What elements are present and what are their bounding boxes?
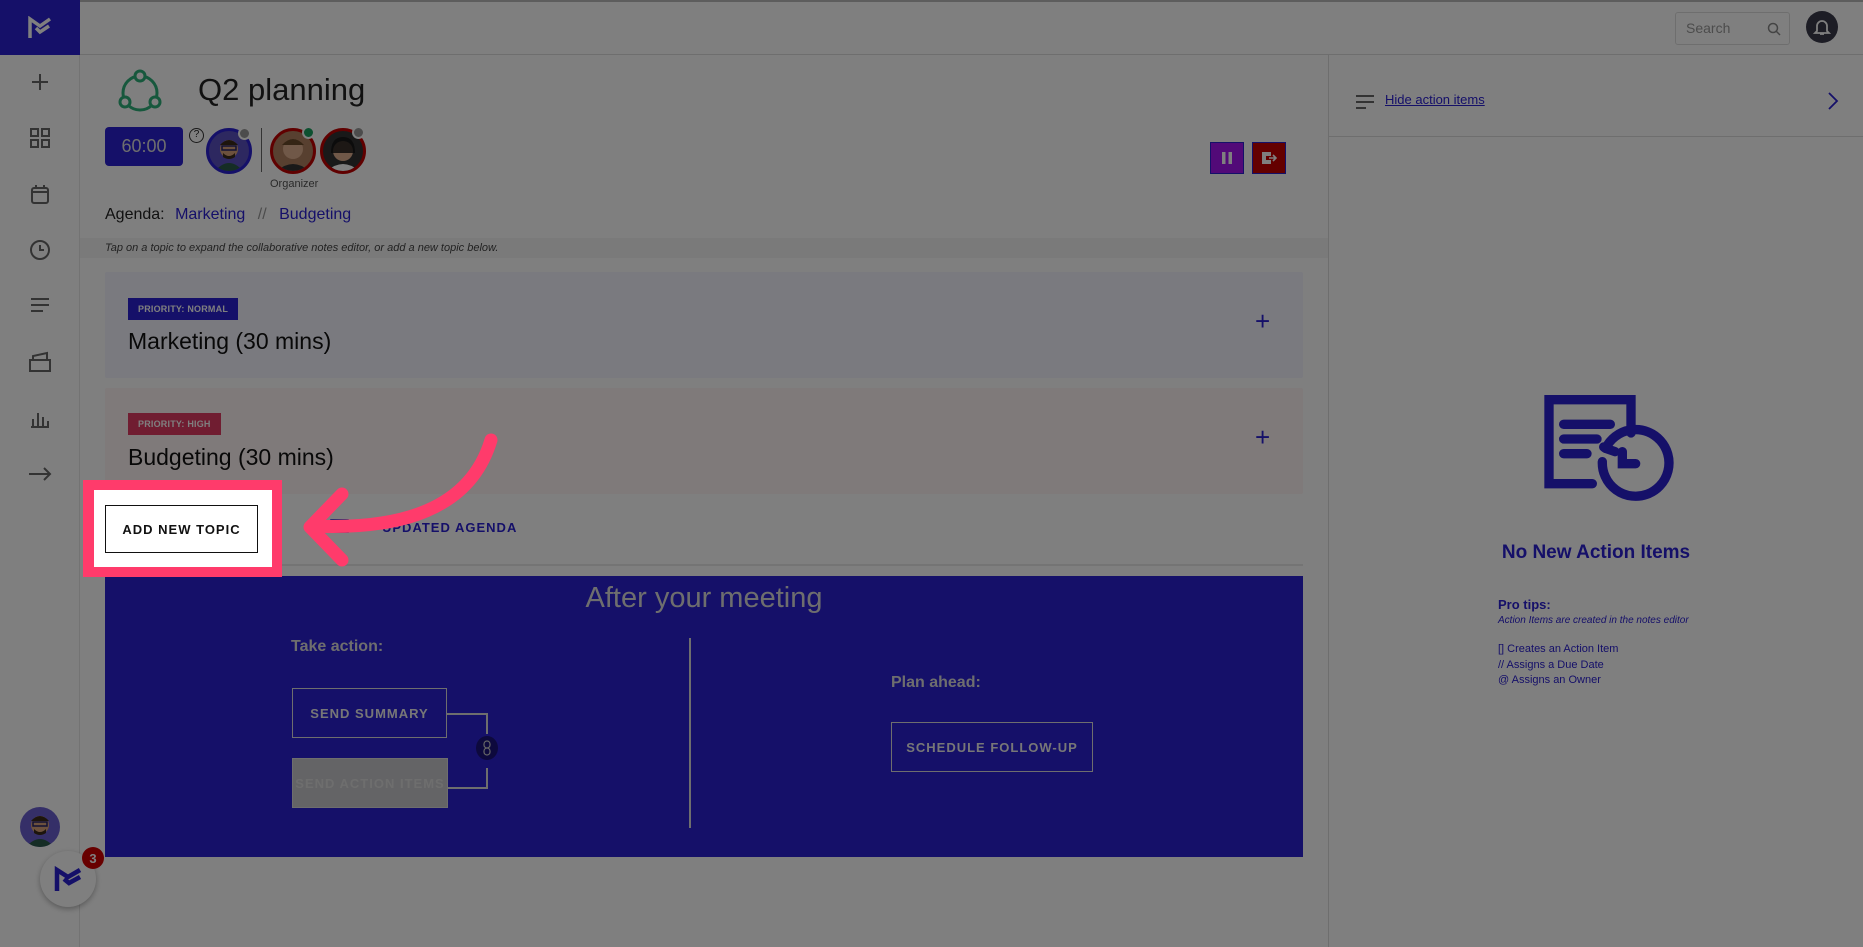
pointer-arrow	[303, 433, 498, 567]
